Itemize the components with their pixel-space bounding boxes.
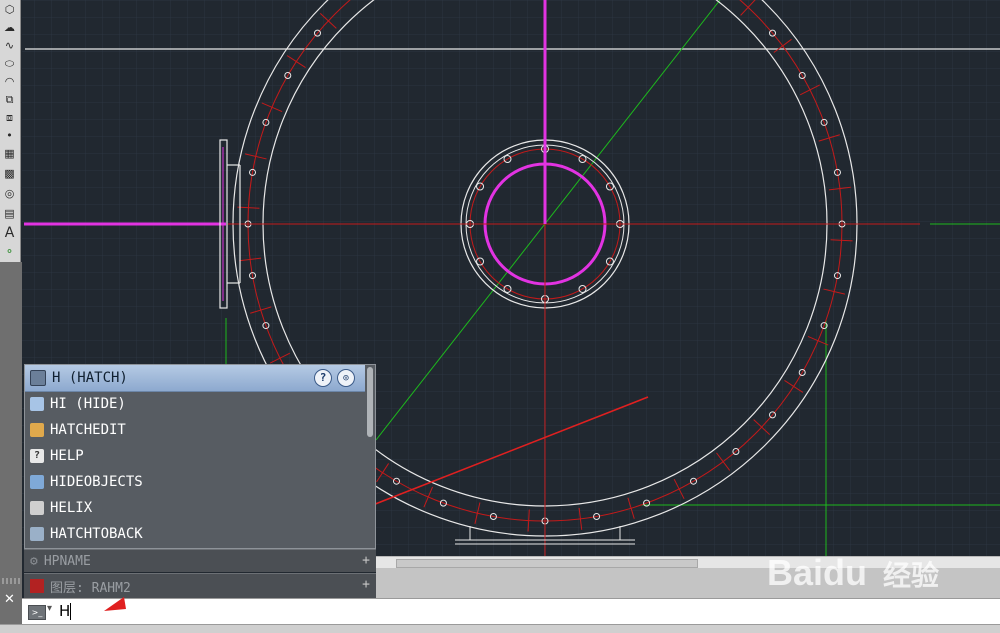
hatch-icon: [30, 370, 46, 386]
table-tool-icon[interactable]: ▤: [2, 206, 17, 221]
autocomplete-item[interactable]: H (HATCH) ? ◎: [25, 365, 365, 392]
hatchtoback-icon: [30, 527, 44, 541]
command-prompt-icon[interactable]: >_: [28, 605, 46, 620]
sysvar-row[interactable]: ⚙ HPNAME +: [24, 549, 376, 572]
text-caret: [70, 603, 71, 620]
scrollbar-thumb[interactable]: [396, 559, 698, 568]
search-web-icon[interactable]: ◎: [337, 369, 355, 387]
watermark: Baidu 经验 jingyan.baidu.com: [767, 552, 939, 617]
ellipse-arc-tool-icon[interactable]: ◠: [2, 74, 17, 89]
hatchedit-icon: [30, 423, 44, 437]
command-line-grip[interactable]: [2, 578, 20, 584]
add-selected-tool-icon[interactable]: ⚬: [2, 244, 17, 259]
layer-row[interactable]: 图层: RAHM2 +: [24, 573, 376, 598]
revcloud-tool-icon[interactable]: ☁: [2, 20, 17, 35]
left-panel-frame: [0, 262, 22, 632]
hideobjects-icon: [30, 475, 44, 489]
autocomplete-item[interactable]: HI (HIDE): [25, 391, 365, 417]
region-tool-icon[interactable]: ◎: [2, 186, 17, 201]
helix-icon: [30, 501, 44, 515]
autocomplete-item[interactable]: HELIX: [25, 495, 365, 521]
help-icon: ?: [30, 449, 44, 463]
autocomplete-item[interactable]: ? HELP: [25, 443, 365, 469]
autocomplete-item[interactable]: HIDEOBJECTS: [25, 469, 365, 495]
close-icon[interactable]: ✕: [4, 592, 15, 607]
expand-icon[interactable]: +: [362, 553, 370, 568]
hatch-tool-icon[interactable]: ▦: [2, 146, 17, 161]
ellipse-tool-icon[interactable]: ⬭: [2, 56, 17, 71]
polygon-tool-icon[interactable]: ⬡: [2, 2, 17, 17]
insert-block-tool-icon[interactable]: ⧉: [2, 92, 17, 107]
layer-color-swatch: [30, 579, 44, 593]
spline-tool-icon[interactable]: ∿: [2, 38, 17, 53]
watermark-brand-cn: 经验: [883, 559, 939, 592]
watermark-url: jingyan.baidu.com: [770, 597, 916, 617]
gear-icon: ⚙: [30, 553, 38, 569]
help-icon[interactable]: ?: [314, 369, 332, 387]
command-input[interactable]: H: [59, 602, 70, 620]
mtext-tool-icon[interactable]: A: [2, 226, 17, 241]
make-block-tool-icon[interactable]: ⧈: [2, 110, 17, 125]
draw-toolbar: ⬡ ☁ ∿ ⬭ ◠ ⧉ ⧈ • ▦ ▩ ◎ ▤ A ⚬: [0, 0, 21, 262]
hide-icon: [30, 397, 44, 411]
gradient-tool-icon[interactable]: ▩: [2, 166, 17, 181]
command-autocomplete-list: H (HATCH) ? ◎ HI (HIDE) HATCHEDIT ? HELP…: [24, 364, 376, 549]
expand-icon[interactable]: +: [362, 577, 370, 592]
autocomplete-item[interactable]: HATCHEDIT: [25, 417, 365, 443]
chevron-down-icon[interactable]: ▾: [47, 603, 52, 614]
autocomplete-scrollbar[interactable]: [367, 367, 373, 437]
autocomplete-item[interactable]: HATCHTOBACK: [25, 521, 365, 547]
point-tool-icon[interactable]: •: [2, 128, 17, 143]
watermark-brand: Baidu: [767, 552, 867, 593]
